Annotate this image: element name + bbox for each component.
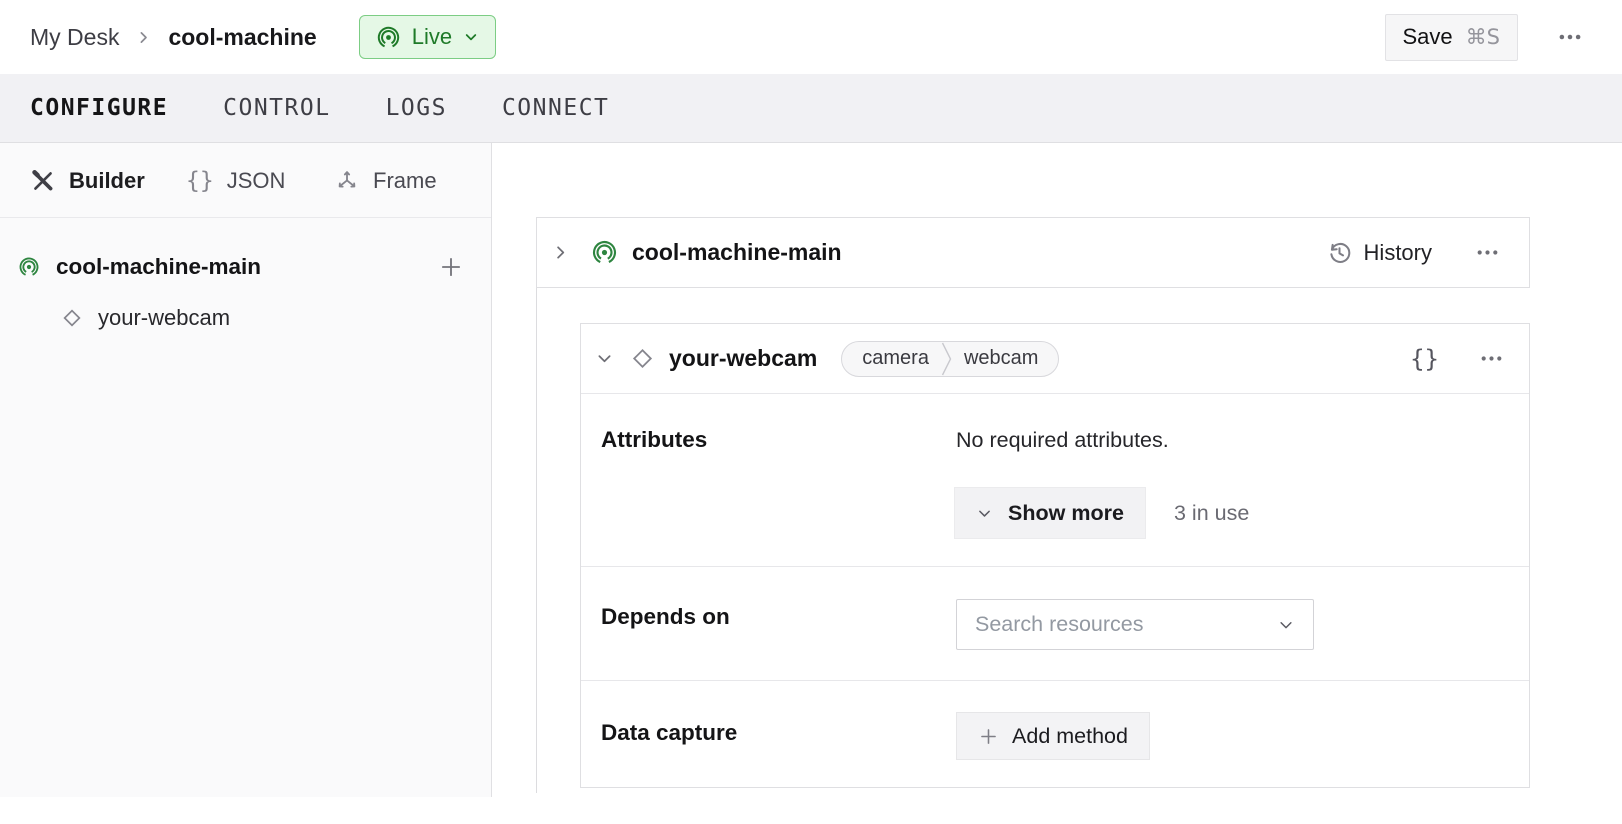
expand-chevron-right-icon[interactable] — [551, 243, 570, 262]
component-title: your-webcam — [669, 345, 817, 372]
tree-item-label: cool-machine-main — [56, 254, 261, 280]
mode-tab-frame[interactable]: Frame — [334, 143, 437, 218]
save-button[interactable]: Save ⌘S — [1385, 14, 1519, 61]
machine-part-broadcast-icon — [591, 239, 618, 266]
config-sidebar: Builder {} JSON Frame — [0, 143, 492, 797]
tab-control[interactable]: CONTROL — [223, 95, 330, 121]
top-bar: My Desk cool-machine Live Save ⌘S — [0, 0, 1622, 74]
add-method-button[interactable]: Add method — [956, 712, 1150, 760]
depends-on-label: Depends on — [601, 604, 730, 630]
history-label: History — [1364, 240, 1432, 266]
breadcrumb-parent[interactable]: My Desk — [30, 24, 119, 51]
braces-icon: {} — [186, 168, 214, 194]
attributes-label: Attributes — [601, 427, 707, 453]
mode-tab-label: Frame — [373, 168, 437, 194]
attributes-usage-count: 3 in use — [1174, 501, 1249, 526]
mode-tab-label: Builder — [69, 168, 145, 194]
collapse-chevron-down-icon[interactable] — [595, 349, 614, 368]
tree-item-component[interactable]: your-webcam — [60, 296, 469, 340]
tree-item-label: your-webcam — [98, 305, 230, 331]
component-diamond-icon — [60, 306, 84, 330]
machine-status-dropdown[interactable]: Live — [359, 15, 496, 59]
data-capture-section: Data capture Add method — [581, 680, 1529, 789]
show-more-button[interactable]: Show more — [954, 487, 1146, 539]
add-component-button[interactable] — [433, 249, 469, 285]
depends-on-section: Depends on Search resources — [581, 566, 1529, 680]
frame-axes-icon — [334, 168, 360, 194]
machine-status-label: Live — [412, 24, 452, 50]
machine-menu-button[interactable] — [1548, 15, 1592, 59]
mode-tab-builder[interactable]: Builder — [30, 143, 145, 218]
show-more-label: Show more — [1008, 501, 1124, 526]
machine-part-title: cool-machine-main — [632, 239, 842, 266]
component-card-header: your-webcam camera webcam {} — [581, 324, 1529, 394]
plus-icon — [978, 726, 999, 747]
chevron-down-icon — [976, 505, 993, 522]
attributes-empty-text: No required attributes. — [956, 428, 1169, 453]
tab-connect[interactable]: CONNECT — [502, 95, 609, 121]
api-model-badge: camera webcam — [841, 341, 1059, 377]
broadcast-icon — [376, 25, 401, 50]
component-diamond-icon — [629, 345, 656, 372]
component-card: your-webcam camera webcam {} Attributes … — [580, 323, 1530, 788]
machine-part-card: cool-machine-main History — [536, 217, 1530, 288]
add-method-label: Add method — [1012, 724, 1128, 749]
api-badge-segment: camera — [842, 347, 941, 370]
breadcrumb-chevron-icon — [135, 29, 152, 46]
save-shortcut-hint: ⌘S — [1466, 25, 1500, 49]
component-menu-button[interactable] — [1473, 341, 1509, 377]
depends-on-select[interactable]: Search resources — [956, 599, 1314, 650]
tree-item-machine-part[interactable]: cool-machine-main — [18, 245, 469, 289]
history-button[interactable]: History — [1326, 239, 1432, 266]
machine-part-broadcast-icon — [18, 256, 40, 278]
chevron-down-icon — [1277, 616, 1295, 634]
machine-part-menu-button[interactable] — [1469, 235, 1505, 271]
nesting-connector-line — [536, 288, 537, 793]
chevron-down-icon — [463, 29, 479, 45]
model-badge-segment: webcam — [952, 347, 1058, 370]
app-window: My Desk cool-machine Live Save ⌘S — [0, 0, 1622, 824]
data-capture-label: Data capture — [601, 720, 737, 746]
depends-on-placeholder: Search resources — [975, 612, 1144, 637]
edit-json-braces-icon[interactable]: {} — [1410, 345, 1439, 373]
save-button-label: Save — [1403, 24, 1453, 50]
nav-tab-bar: CONFIGURE CONTROL LOGS CONNECT — [0, 74, 1622, 143]
badge-separator-chevron-icon — [941, 341, 952, 377]
mode-tab-label: JSON — [227, 168, 286, 194]
attributes-section: Attributes No required attributes. Show … — [581, 394, 1529, 566]
history-clock-icon — [1326, 239, 1353, 266]
sidebar-mode-tabs: Builder {} JSON Frame — [0, 143, 491, 218]
tab-configure[interactable]: CONFIGURE — [30, 95, 168, 121]
breadcrumb-machine-name: cool-machine — [168, 24, 316, 51]
tab-logs[interactable]: LOGS — [386, 95, 447, 121]
builder-tools-icon — [30, 168, 56, 194]
mode-tab-json[interactable]: {} JSON — [186, 143, 285, 218]
